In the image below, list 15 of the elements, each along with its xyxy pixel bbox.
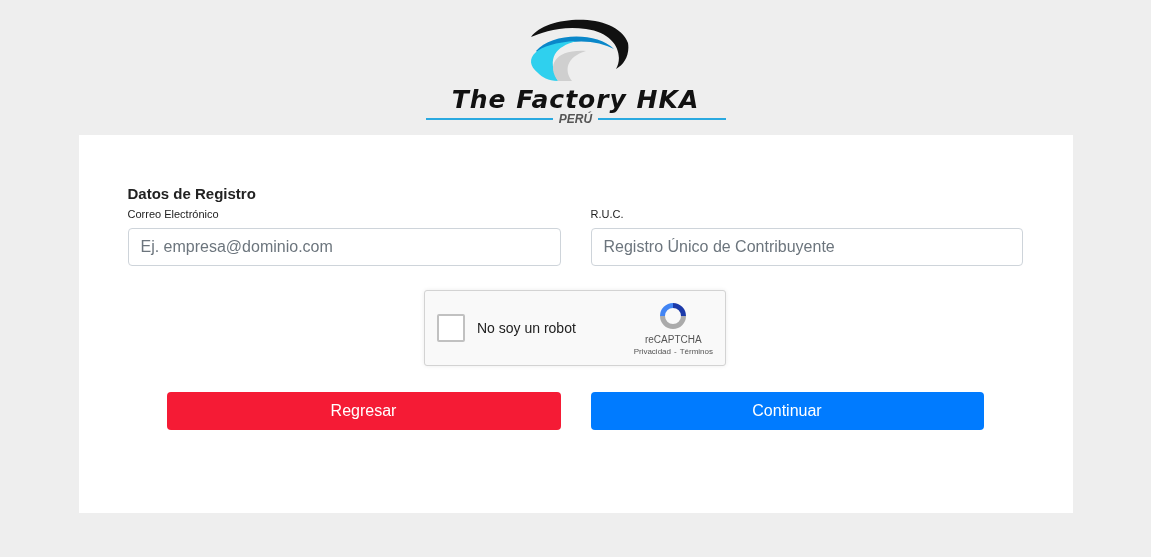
terms-link[interactable]: Términos bbox=[679, 347, 713, 356]
link-separator: - bbox=[674, 347, 677, 356]
field-label: R.U.C. bbox=[590, 208, 625, 220]
logo-country: PERÚ bbox=[558, 113, 593, 125]
logo-name: The Factory HKA bbox=[451, 87, 700, 113]
privacy-link[interactable]: Privacidad bbox=[633, 347, 671, 356]
back-button[interactable]: Regresar bbox=[166, 392, 561, 430]
input-field[interactable]: Ej. empresa@dominio.com bbox=[127, 228, 561, 266]
continue-button[interactable]: Continuar bbox=[590, 392, 984, 430]
input-field[interactable]: Registro Único de Contribuyente bbox=[590, 228, 1023, 266]
captcha-checkbox[interactable] bbox=[437, 314, 465, 342]
captcha-brand: reCAPTCHA bbox=[644, 334, 702, 345]
captcha-label: No soy un robot bbox=[477, 320, 577, 336]
form-title: Datos de Registro bbox=[127, 185, 257, 202]
field-label: Correo Electrónico bbox=[127, 208, 220, 220]
